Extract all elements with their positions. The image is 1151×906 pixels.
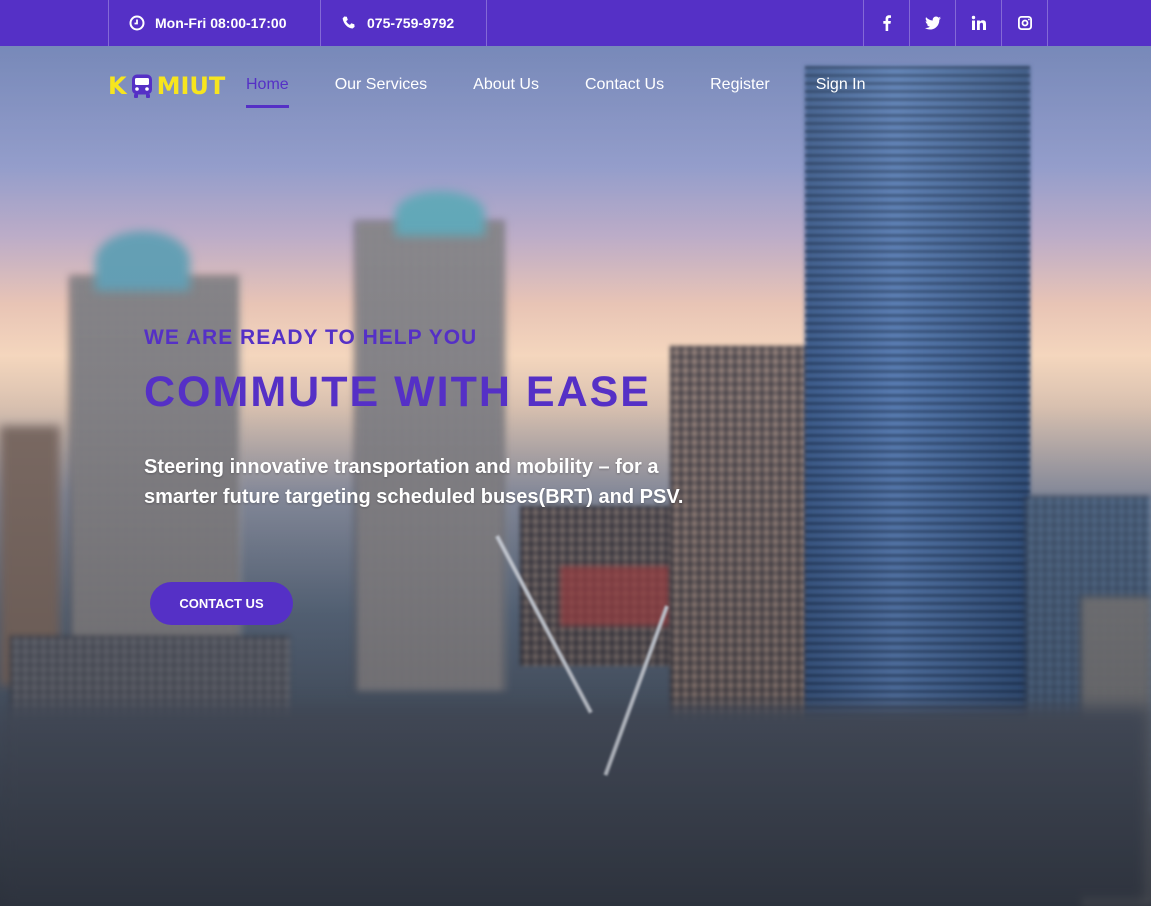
nav-our-services[interactable]: Our Services bbox=[335, 62, 427, 108]
hero-description: Steering innovative transportation and m… bbox=[144, 456, 684, 508]
main-nav: Home Our Services About Us Contact Us Re… bbox=[246, 62, 912, 108]
social-links bbox=[863, 0, 1048, 46]
twitter-icon[interactable] bbox=[909, 0, 955, 46]
nav-contact-us[interactable]: Contact Us bbox=[585, 62, 664, 108]
phone-icon bbox=[341, 15, 357, 31]
bus-icon bbox=[129, 73, 155, 99]
business-hours: Mon-Fri 08:00-17:00 bbox=[108, 0, 320, 46]
logo-text-right: MIUT bbox=[156, 72, 226, 100]
linkedin-icon[interactable] bbox=[955, 0, 1001, 46]
facebook-icon[interactable] bbox=[863, 0, 909, 46]
business-hours-text: Mon-Fri 08:00-17:00 bbox=[155, 15, 287, 31]
clock-icon bbox=[129, 15, 145, 31]
phone-number[interactable]: 075-759-9792 bbox=[367, 15, 454, 31]
logo-text-left: K bbox=[108, 72, 127, 100]
hero-eyebrow: WE ARE READY TO HELP YOU bbox=[144, 326, 478, 349]
hero-headline: COMMUTE WITH EASE bbox=[144, 368, 651, 416]
top-bar: Mon-Fri 08:00-17:00 075-759-9792 bbox=[0, 0, 1151, 46]
phone-contact[interactable]: 075-759-9792 bbox=[320, 0, 487, 46]
contact-us-button[interactable]: CONTACT US bbox=[150, 582, 293, 625]
nav-home[interactable]: Home bbox=[246, 62, 289, 108]
nav-about-us[interactable]: About Us bbox=[473, 62, 539, 108]
brand-logo[interactable]: K MIUT bbox=[108, 72, 225, 100]
nav-register[interactable]: Register bbox=[710, 62, 770, 108]
nav-sign-in[interactable]: Sign In bbox=[816, 62, 866, 108]
instagram-icon[interactable] bbox=[1001, 0, 1047, 46]
